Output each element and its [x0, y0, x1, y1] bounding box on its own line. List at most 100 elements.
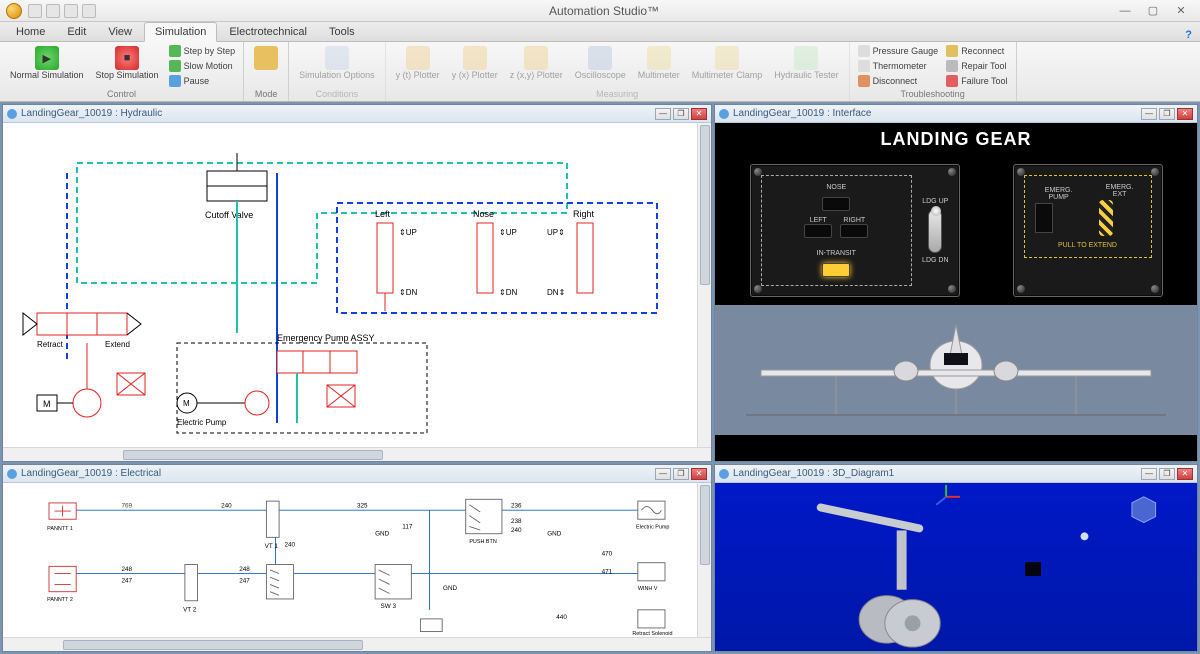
- title-bar: Automation Studio™ — ▢ ✕: [0, 0, 1200, 22]
- help-icon[interactable]: ?: [1185, 29, 1200, 41]
- tab-tools[interactable]: Tools: [319, 23, 365, 41]
- doc-icon: [7, 109, 17, 119]
- plot-icon: [463, 46, 487, 70]
- emerg-pump-switch[interactable]: [1035, 203, 1053, 233]
- qat-btn[interactable]: [46, 4, 60, 18]
- flask-icon: [325, 46, 349, 70]
- interface-heading: LANDING GEAR: [715, 123, 1197, 156]
- normal-simulation-button[interactable]: ▶ Normal Simulation: [6, 44, 88, 83]
- plot-icon: [524, 46, 548, 70]
- simulation-options-button[interactable]: Simulation Options: [295, 44, 379, 83]
- maximize-button[interactable]: ▢: [1140, 3, 1166, 19]
- qat-btn[interactable]: [64, 4, 78, 18]
- tab-simulation[interactable]: Simulation: [144, 22, 217, 42]
- multimeter-clamp-button[interactable]: Multimeter Clamp: [688, 44, 767, 83]
- reconnect-button[interactable]: Reconnect: [944, 44, 1009, 58]
- doc-icon: [7, 469, 17, 479]
- pane-restore-button[interactable]: ❐: [673, 108, 689, 120]
- ribbon-group-conditions: Simulation Options Conditions: [289, 42, 386, 101]
- window-controls: — ▢ ✕: [1112, 3, 1194, 19]
- pane-title-hydraulic[interactable]: LandingGear_10019 : Hydraulic — ❐ ✕: [3, 105, 711, 123]
- step-icon: [169, 45, 181, 57]
- failure-tool-button[interactable]: Failure Tool: [944, 74, 1009, 88]
- disconnect-button[interactable]: Disconnect: [856, 74, 941, 88]
- qat-btn[interactable]: [28, 4, 42, 18]
- ribbon-group-measuring: y (t) Plotter y (x) Plotter z (x,y) Plot…: [386, 42, 850, 101]
- svg-text:GND: GND: [443, 585, 457, 592]
- doc-icon: [719, 469, 729, 479]
- nose-indicator: [822, 197, 850, 211]
- svg-text:236: 236: [511, 502, 522, 509]
- svg-text:248: 248: [121, 566, 132, 573]
- pane-close-button[interactable]: ✕: [691, 468, 707, 480]
- minimize-button[interactable]: —: [1112, 3, 1138, 19]
- pause-button[interactable]: Pause: [167, 74, 238, 88]
- stop-simulation-button[interactable]: ■ Stop Simulation: [92, 44, 163, 83]
- scrollbar-vertical[interactable]: [697, 483, 711, 637]
- yx-plotter-button[interactable]: y (x) Plotter: [448, 44, 502, 83]
- mode-button[interactable]: [250, 44, 282, 83]
- pane-title-interface[interactable]: LandingGear_10019 : Interface — ❐ ✕: [715, 105, 1197, 123]
- scrollbar-horizontal[interactable]: [3, 637, 711, 651]
- tab-edit[interactable]: Edit: [57, 23, 96, 41]
- meter-icon: [647, 46, 671, 70]
- multimeter-button[interactable]: Multimeter: [634, 44, 684, 83]
- pane-interface: LandingGear_10019 : Interface — ❐ ✕ LAND…: [714, 104, 1198, 462]
- yt-plotter-button[interactable]: y (t) Plotter: [392, 44, 444, 83]
- pressure-gauge-button[interactable]: Pressure Gauge: [856, 44, 941, 58]
- svg-text:Electric Pump: Electric Pump: [177, 418, 227, 427]
- svg-text:⇕UP: ⇕UP: [499, 228, 517, 237]
- workspace: LandingGear_10019 : Hydraulic — ❐ ✕ Cuto: [0, 102, 1200, 654]
- gauge-icon: [858, 45, 870, 57]
- left-indicator: [804, 224, 832, 238]
- thermometer-button[interactable]: Thermometer: [856, 59, 941, 73]
- svg-text:Emergency Pump ASSY: Emergency Pump ASSY: [277, 333, 375, 343]
- clamp-icon: [715, 46, 739, 70]
- svg-text:247: 247: [121, 578, 132, 585]
- repair-tool-button[interactable]: Repair Tool: [944, 59, 1009, 73]
- hydraulic-diagram[interactable]: Cutoff Valve Left ⇕UP ⇕DN Nose ⇕UP ⇕DN: [3, 123, 711, 447]
- gear-lever[interactable]: [928, 209, 942, 253]
- slow-motion-button[interactable]: Slow Motion: [167, 59, 238, 73]
- tab-home[interactable]: Home: [6, 23, 55, 41]
- scrollbar-vertical[interactable]: [697, 123, 711, 447]
- tab-electrotechnical[interactable]: Electrotechnical: [219, 23, 317, 41]
- close-button[interactable]: ✕: [1168, 3, 1194, 19]
- tester-icon: [794, 46, 818, 70]
- pane-electrical: LandingGear_10019 : Electrical — ❐ ✕ PAN…: [2, 464, 712, 652]
- svg-text:Left: Left: [375, 209, 391, 219]
- pause-icon: [169, 75, 181, 87]
- pane-title-3d[interactable]: LandingGear_10019 : 3D_Diagram1 — ❐ ✕: [715, 465, 1197, 483]
- oscilloscope-button[interactable]: Oscilloscope: [571, 44, 630, 83]
- 3d-viewport[interactable]: [715, 483, 1197, 651]
- pane-restore-button[interactable]: ❐: [673, 468, 689, 480]
- pane-close-button[interactable]: ✕: [691, 108, 707, 120]
- svg-text:GND: GND: [375, 531, 389, 538]
- zxy-plotter-button[interactable]: z (x,y) Plotter: [506, 44, 567, 83]
- svg-text:238: 238: [511, 518, 522, 525]
- emerg-extend-handle[interactable]: [1099, 200, 1113, 236]
- pane-restore-button[interactable]: ❐: [1159, 468, 1175, 480]
- tab-view[interactable]: View: [98, 23, 142, 41]
- electrical-diagram[interactable]: PANNTT 1 PANNTT 2 769 240 325 236 238 24…: [3, 483, 711, 637]
- svg-text:DN⇕: DN⇕: [547, 288, 565, 297]
- stop-icon: ■: [115, 46, 139, 70]
- pane-title-electrical[interactable]: LandingGear_10019 : Electrical — ❐ ✕: [3, 465, 711, 483]
- pane-minimize-button[interactable]: —: [1141, 468, 1157, 480]
- right-indicator: [840, 224, 868, 238]
- scrollbar-horizontal[interactable]: [3, 447, 711, 461]
- ribbon-group-mode: Mode: [244, 42, 289, 101]
- pane-close-button[interactable]: ✕: [1177, 108, 1193, 120]
- step-by-step-button[interactable]: Step by Step: [167, 44, 238, 58]
- qat-btn[interactable]: [82, 4, 96, 18]
- svg-text:440: 440: [556, 614, 567, 621]
- pane-minimize-button[interactable]: —: [655, 108, 671, 120]
- pane-minimize-button[interactable]: —: [1141, 108, 1157, 120]
- play-icon: ▶: [35, 46, 59, 70]
- pane-restore-button[interactable]: ❐: [1159, 108, 1175, 120]
- pane-minimize-button[interactable]: —: [655, 468, 671, 480]
- hydraulic-tester-button[interactable]: Hydraulic Tester: [770, 44, 842, 83]
- pane-close-button[interactable]: ✕: [1177, 468, 1193, 480]
- interface-view[interactable]: LANDING GEAR NOSE LEFT RIGHT IN-TRA: [715, 123, 1197, 461]
- pane-hydraulic: LandingGear_10019 : Hydraulic — ❐ ✕ Cuto: [2, 104, 712, 462]
